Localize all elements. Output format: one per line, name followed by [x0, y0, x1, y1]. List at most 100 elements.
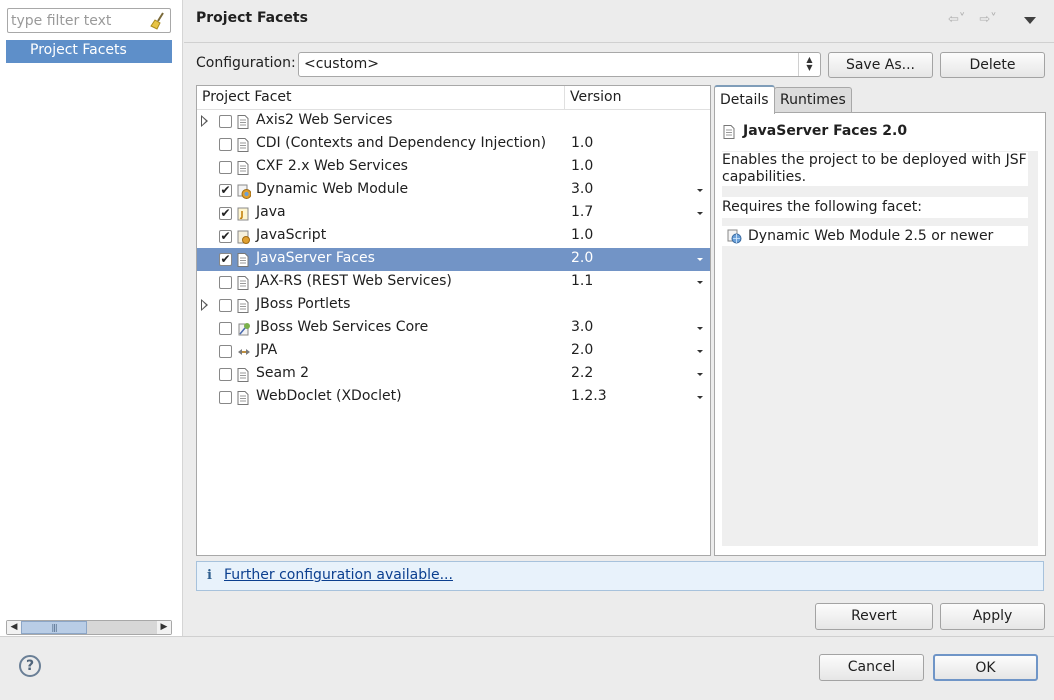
- configuration-combo[interactable]: <custom> ▲ ▼: [298, 52, 821, 77]
- table-row[interactable]: ✔ JavaScript 1.0: [197, 225, 710, 248]
- details-title: JavaServer Faces 2.0: [723, 123, 908, 139]
- page-icon: [237, 299, 249, 313]
- requirement-text: Dynamic Web Module 2.5 or newer: [748, 228, 994, 244]
- facet-checkbox[interactable]: [219, 299, 232, 312]
- facet-checkbox[interactable]: [219, 391, 232, 404]
- web-module-icon: [727, 229, 742, 244]
- cancel-button[interactable]: Cancel: [819, 654, 924, 681]
- page-icon: [237, 161, 249, 175]
- scrollbar-thumb[interactable]: |||: [21, 621, 87, 634]
- back-arrow-icon[interactable]: ⇦˅: [948, 12, 965, 27]
- requirement-item: Dynamic Web Module 2.5 or newer: [722, 226, 1028, 246]
- version-dropdown-icon[interactable]: [697, 189, 703, 192]
- facet-checkbox[interactable]: ✔: [219, 207, 232, 220]
- delete-button[interactable]: Delete: [940, 52, 1045, 78]
- version-dropdown-icon[interactable]: [697, 281, 703, 284]
- table-row[interactable]: JAX-RS (REST Web Services) 1.1: [197, 271, 710, 294]
- facet-checkbox[interactable]: ✔: [219, 230, 232, 243]
- sidebar-item-project-facets[interactable]: Project Facets: [6, 40, 172, 63]
- facet-checkbox[interactable]: [219, 322, 232, 335]
- facet-version[interactable]: 2.2: [571, 365, 593, 381]
- version-dropdown-icon[interactable]: [697, 350, 703, 353]
- table-row[interactable]: ✔ JavaServer Faces 2.0: [197, 248, 710, 271]
- java-icon: [237, 207, 249, 221]
- table-row[interactable]: ✔ Dynamic Web Module 3.0: [197, 179, 710, 202]
- facet-name: CDI (Contexts and Dependency Injection): [256, 135, 547, 151]
- version-dropdown-icon[interactable]: [697, 373, 703, 376]
- filter-field[interactable]: [7, 8, 171, 33]
- table-row[interactable]: CXF 2.x Web Services 1.0: [197, 156, 710, 179]
- table-row[interactable]: ✔ Java 1.7: [197, 202, 710, 225]
- ok-button[interactable]: OK: [933, 654, 1038, 681]
- facet-version[interactable]: 2.0: [571, 250, 593, 266]
- facet-name: JBoss Web Services Core: [256, 319, 429, 335]
- page-icon: [723, 125, 735, 139]
- clear-filter-icon[interactable]: [149, 12, 167, 30]
- page-icon: [237, 138, 249, 152]
- version-dropdown-icon[interactable]: [697, 327, 703, 330]
- facet-version[interactable]: 1.1: [571, 273, 593, 289]
- column-header-facet[interactable]: Project Facet: [197, 86, 565, 110]
- page-title: Project Facets: [196, 10, 308, 26]
- filter-input[interactable]: [11, 11, 149, 30]
- table-row[interactable]: JBoss Web Services Core 3.0: [197, 317, 710, 340]
- table-row[interactable]: JBoss Portlets: [197, 294, 710, 317]
- further-configuration-link[interactable]: Further configuration available...: [224, 567, 453, 583]
- facet-name: JPA: [256, 342, 278, 358]
- version-dropdown-icon[interactable]: [697, 258, 703, 261]
- facet-name: JBoss Portlets: [256, 296, 351, 312]
- table-row[interactable]: Seam 2 2.2: [197, 363, 710, 386]
- facet-checkbox[interactable]: [219, 276, 232, 289]
- details-title-text: JavaServer Faces 2.0: [743, 123, 908, 139]
- scroll-left-icon[interactable]: ◀: [7, 621, 21, 634]
- facet-checkbox[interactable]: [219, 345, 232, 358]
- table-row[interactable]: JPA 2.0: [197, 340, 710, 363]
- facet-version[interactable]: 1.7: [571, 204, 593, 220]
- facet-version[interactable]: 3.0: [571, 319, 593, 335]
- facet-name: JavaScript: [256, 227, 327, 243]
- facet-version[interactable]: 1.2.3: [571, 388, 607, 404]
- facet-checkbox[interactable]: [219, 138, 232, 151]
- facet-version[interactable]: 3.0: [571, 181, 593, 197]
- table-row[interactable]: CDI (Contexts and Dependency Injection) 1…: [197, 133, 710, 156]
- save-as-button[interactable]: Save As...: [828, 52, 933, 78]
- combo-arrows-icon[interactable]: ▲ ▼: [798, 53, 820, 76]
- facet-checkbox[interactable]: ✔: [219, 253, 232, 266]
- facet-name: Axis2 Web Services: [256, 112, 393, 128]
- web-services-icon: [238, 323, 250, 336]
- facet-version: 1.0: [571, 135, 594, 151]
- page-icon: [237, 391, 249, 405]
- table-row[interactable]: WebDoclet (XDoclet) 1.2.3: [197, 386, 710, 409]
- facet-version: 1.0: [571, 158, 594, 174]
- facet-name: Dynamic Web Module: [256, 181, 409, 197]
- facet-name: WebDoclet (XDoclet): [256, 388, 402, 404]
- facet-checkbox[interactable]: [219, 115, 232, 128]
- scroll-right-icon[interactable]: ▶: [157, 621, 171, 634]
- facet-name: Java: [256, 204, 286, 220]
- view-menu-icon[interactable]: [1024, 17, 1036, 24]
- info-bar: i Further configuration available...: [196, 561, 1044, 591]
- help-icon[interactable]: ?: [19, 655, 41, 677]
- facet-checkbox[interactable]: [219, 368, 232, 381]
- footer-divider: [0, 636, 1054, 637]
- facet-name: Seam 2: [256, 365, 310, 381]
- facet-checkbox[interactable]: [219, 161, 232, 174]
- table-row[interactable]: Axis2 Web Services: [197, 110, 710, 133]
- expand-triangle-icon[interactable]: [201, 115, 208, 127]
- configuration-value: <custom>: [304, 56, 380, 72]
- details-description: Enables the project to be deployed with …: [722, 152, 1028, 186]
- tab-details[interactable]: Details: [714, 85, 775, 114]
- facet-checkbox[interactable]: ✔: [219, 184, 232, 197]
- version-dropdown-icon[interactable]: [697, 396, 703, 399]
- version-dropdown-icon[interactable]: [697, 212, 703, 215]
- facet-version[interactable]: 2.0: [571, 342, 593, 358]
- apply-button[interactable]: Apply: [940, 603, 1045, 630]
- revert-button[interactable]: Revert: [815, 603, 933, 630]
- page-icon: [237, 368, 249, 382]
- tab-runtimes[interactable]: Runtimes: [774, 87, 852, 113]
- column-header-version[interactable]: Version: [565, 86, 710, 110]
- expand-triangle-icon[interactable]: [201, 299, 208, 311]
- horizontal-scrollbar[interactable]: ◀ ||| ▶: [6, 620, 172, 635]
- history-nav: ⇦˅ ⇨˅: [948, 12, 1011, 27]
- forward-arrow-icon[interactable]: ⇨˅: [979, 12, 996, 27]
